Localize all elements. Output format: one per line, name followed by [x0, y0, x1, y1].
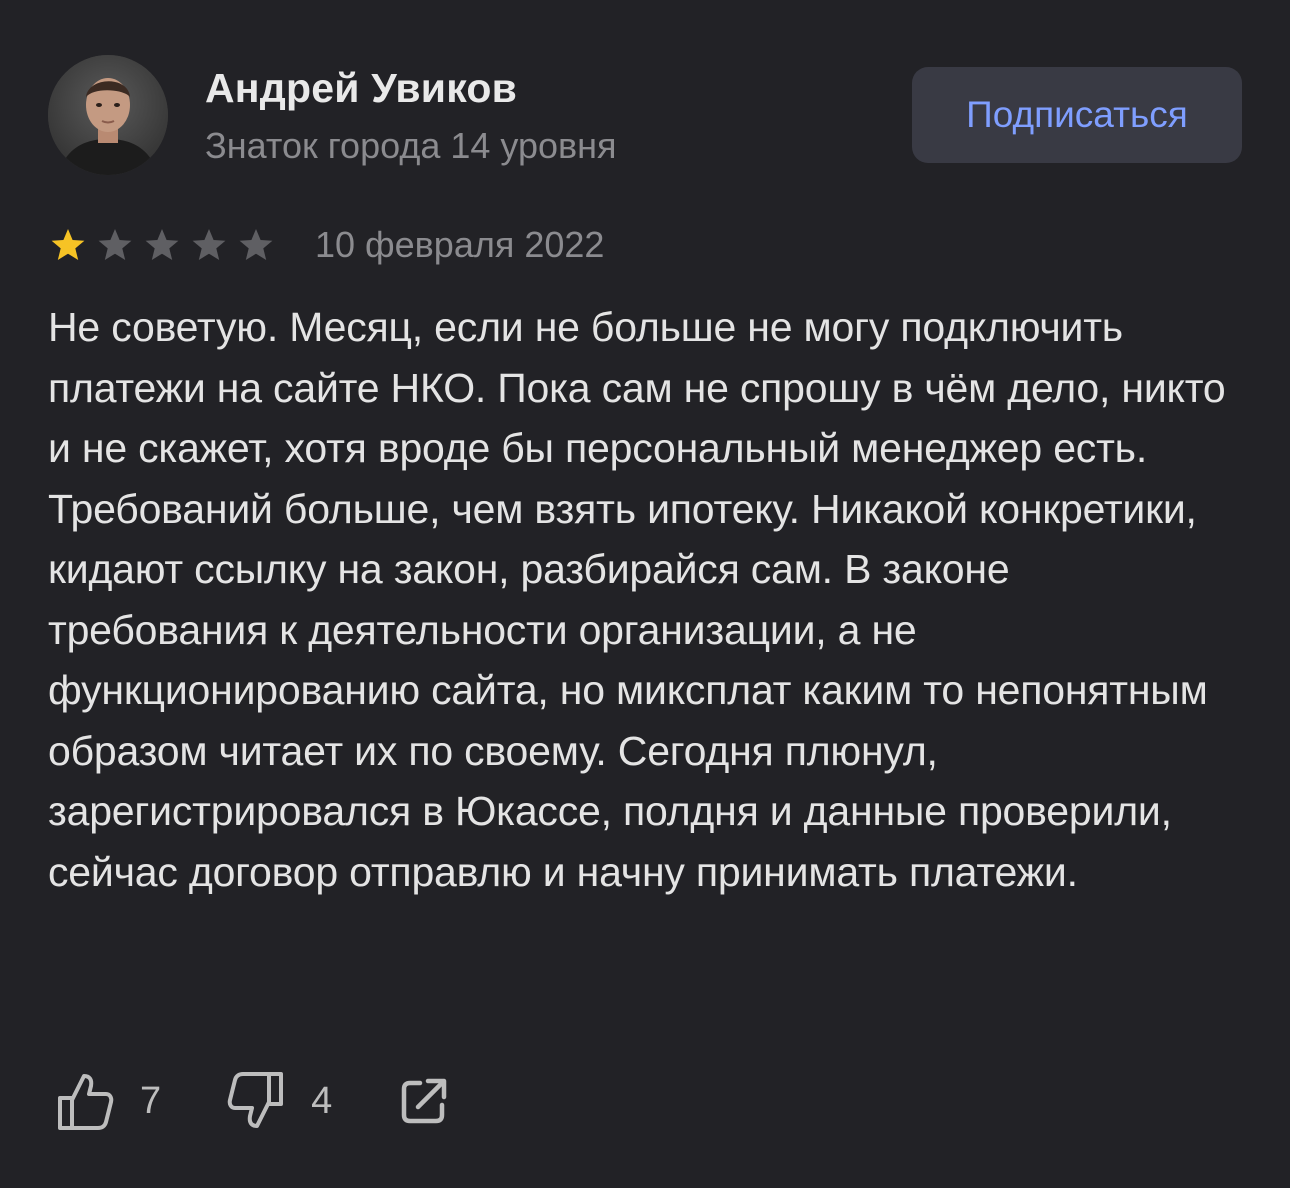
star-empty-icon	[98, 229, 132, 260]
thumbs-up-icon	[58, 1074, 114, 1130]
review-header: Андрей Увиков Знаток города 14 уровня По…	[48, 55, 1242, 175]
review-actions: 7 4	[56, 1068, 516, 1134]
author-name[interactable]: Андрей Увиков	[205, 65, 517, 112]
share-icon	[402, 1078, 447, 1124]
rating-row: 10 февраля 2022	[50, 220, 604, 270]
review-text: Не советую. Месяц, если не больше не мог…	[48, 304, 1226, 895]
dislike-count: 4	[311, 1079, 333, 1122]
subscribe-button[interactable]: Подписаться	[912, 67, 1242, 163]
star-empty-icon	[145, 229, 179, 260]
like-count: 7	[140, 1079, 162, 1122]
star-filled-icon	[51, 229, 85, 260]
avatar[interactable]	[48, 55, 168, 175]
avatar-image	[48, 55, 168, 175]
share-button[interactable]	[398, 1075, 450, 1127]
thumbs-down-icon	[227, 1072, 284, 1128]
dislike-button[interactable]: 4	[227, 1070, 332, 1132]
star-rating	[50, 227, 285, 263]
author-level: Знаток города 14 уровня	[205, 125, 617, 166]
star-empty-icon	[239, 229, 273, 260]
review-date: 10 февраля 2022	[315, 224, 605, 265]
star-empty-icon	[192, 229, 226, 260]
like-button[interactable]: 7	[56, 1070, 161, 1132]
